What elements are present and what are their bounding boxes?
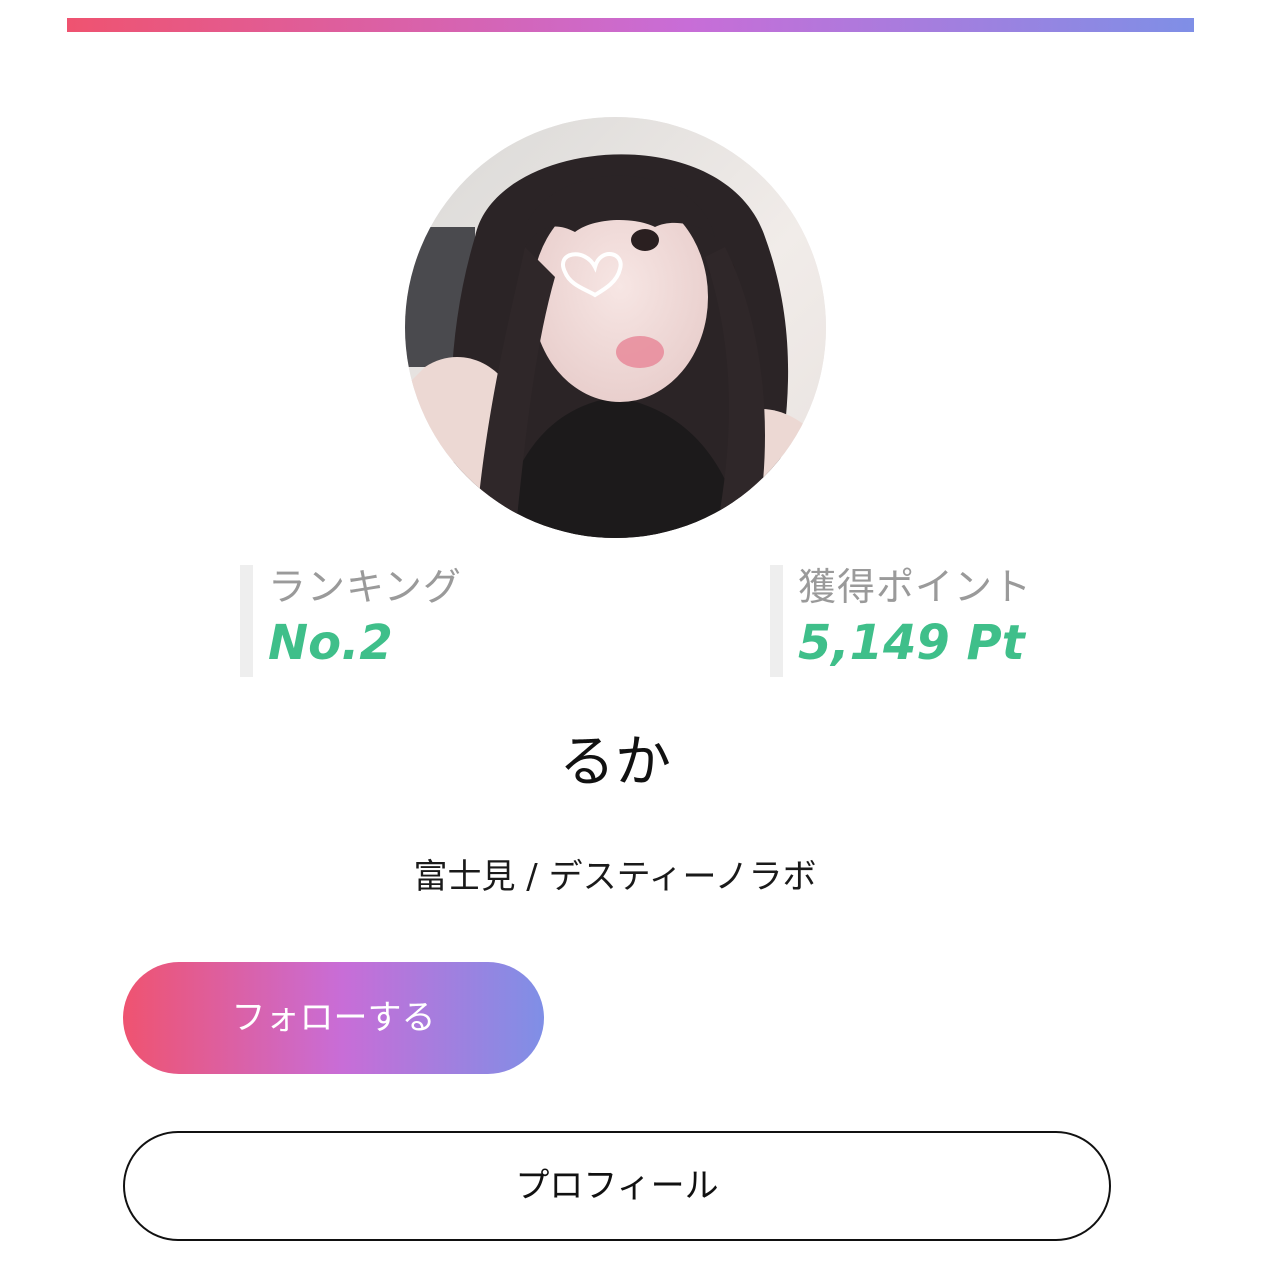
shop-name: 富士見 / デスティーノラボ: [413, 857, 817, 897]
follow-button[interactable]: フォローする: [123, 962, 544, 1074]
points-label: 獲得ポイント: [798, 565, 1033, 609]
cast-profile-card: ランキング No.2 獲得ポイント 5,149 Pt るか 富士見 / デスティ…: [0, 0, 1280, 1280]
profile-button[interactable]: プロフィール: [123, 1131, 1111, 1241]
points-stat: 獲得ポイント 5,149 Pt: [770, 565, 1130, 677]
cast-name: るか: [559, 730, 671, 795]
points-value: 5,149 Pt: [798, 615, 1025, 671]
ranking-label: ランキング: [268, 565, 462, 609]
ranking-stat: ランキング No.2: [240, 565, 580, 677]
avatar: [405, 117, 826, 538]
avatar-photo-icon: [405, 117, 826, 538]
ranking-value: No.2: [268, 615, 393, 671]
top-accent-bar: [67, 18, 1194, 32]
